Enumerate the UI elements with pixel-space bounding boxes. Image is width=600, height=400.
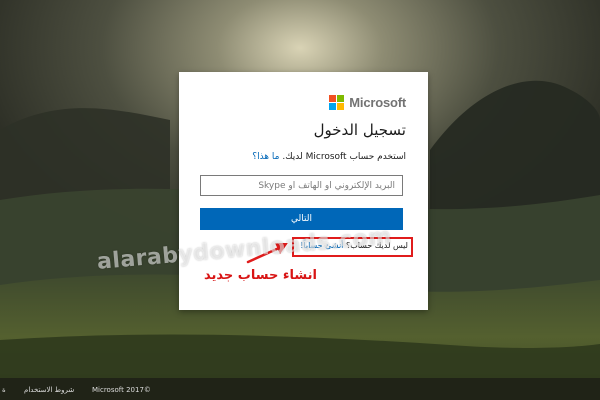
microsoft-squares-icon xyxy=(329,94,345,110)
footer-edge-fragment: ة xyxy=(2,386,6,394)
microsoft-wordmark: Microsoft xyxy=(349,94,406,110)
logo-square-blue xyxy=(329,102,337,110)
copyright-text: Microsoft 2017© xyxy=(92,386,151,394)
annotation-label: انشاء حساب جديد xyxy=(204,268,317,283)
subtitle-text: استخدم حساب Microsoft لديك. xyxy=(282,152,406,162)
whats-this-link[interactable]: ما هذا؟ xyxy=(252,152,279,162)
logo-square-yellow xyxy=(337,102,345,110)
microsoft-logo: Microsoft xyxy=(329,94,406,110)
footer-bar: ة شروط الاستخدام Microsoft 2017© xyxy=(0,380,600,400)
email-phone-skype-input[interactable] xyxy=(200,175,403,196)
logo-square-red xyxy=(329,94,337,102)
logo-square-green xyxy=(337,94,345,102)
screenshot-stage: Microsoft تسجيل الدخول استخدم حساب Micro… xyxy=(0,0,600,400)
signin-subtitle: استخدم حساب Microsoft لديك. ما هذا؟ xyxy=(252,152,406,162)
page-title: تسجيل الدخول xyxy=(313,121,406,139)
terms-of-use-link[interactable]: شروط الاستخدام xyxy=(24,386,74,394)
